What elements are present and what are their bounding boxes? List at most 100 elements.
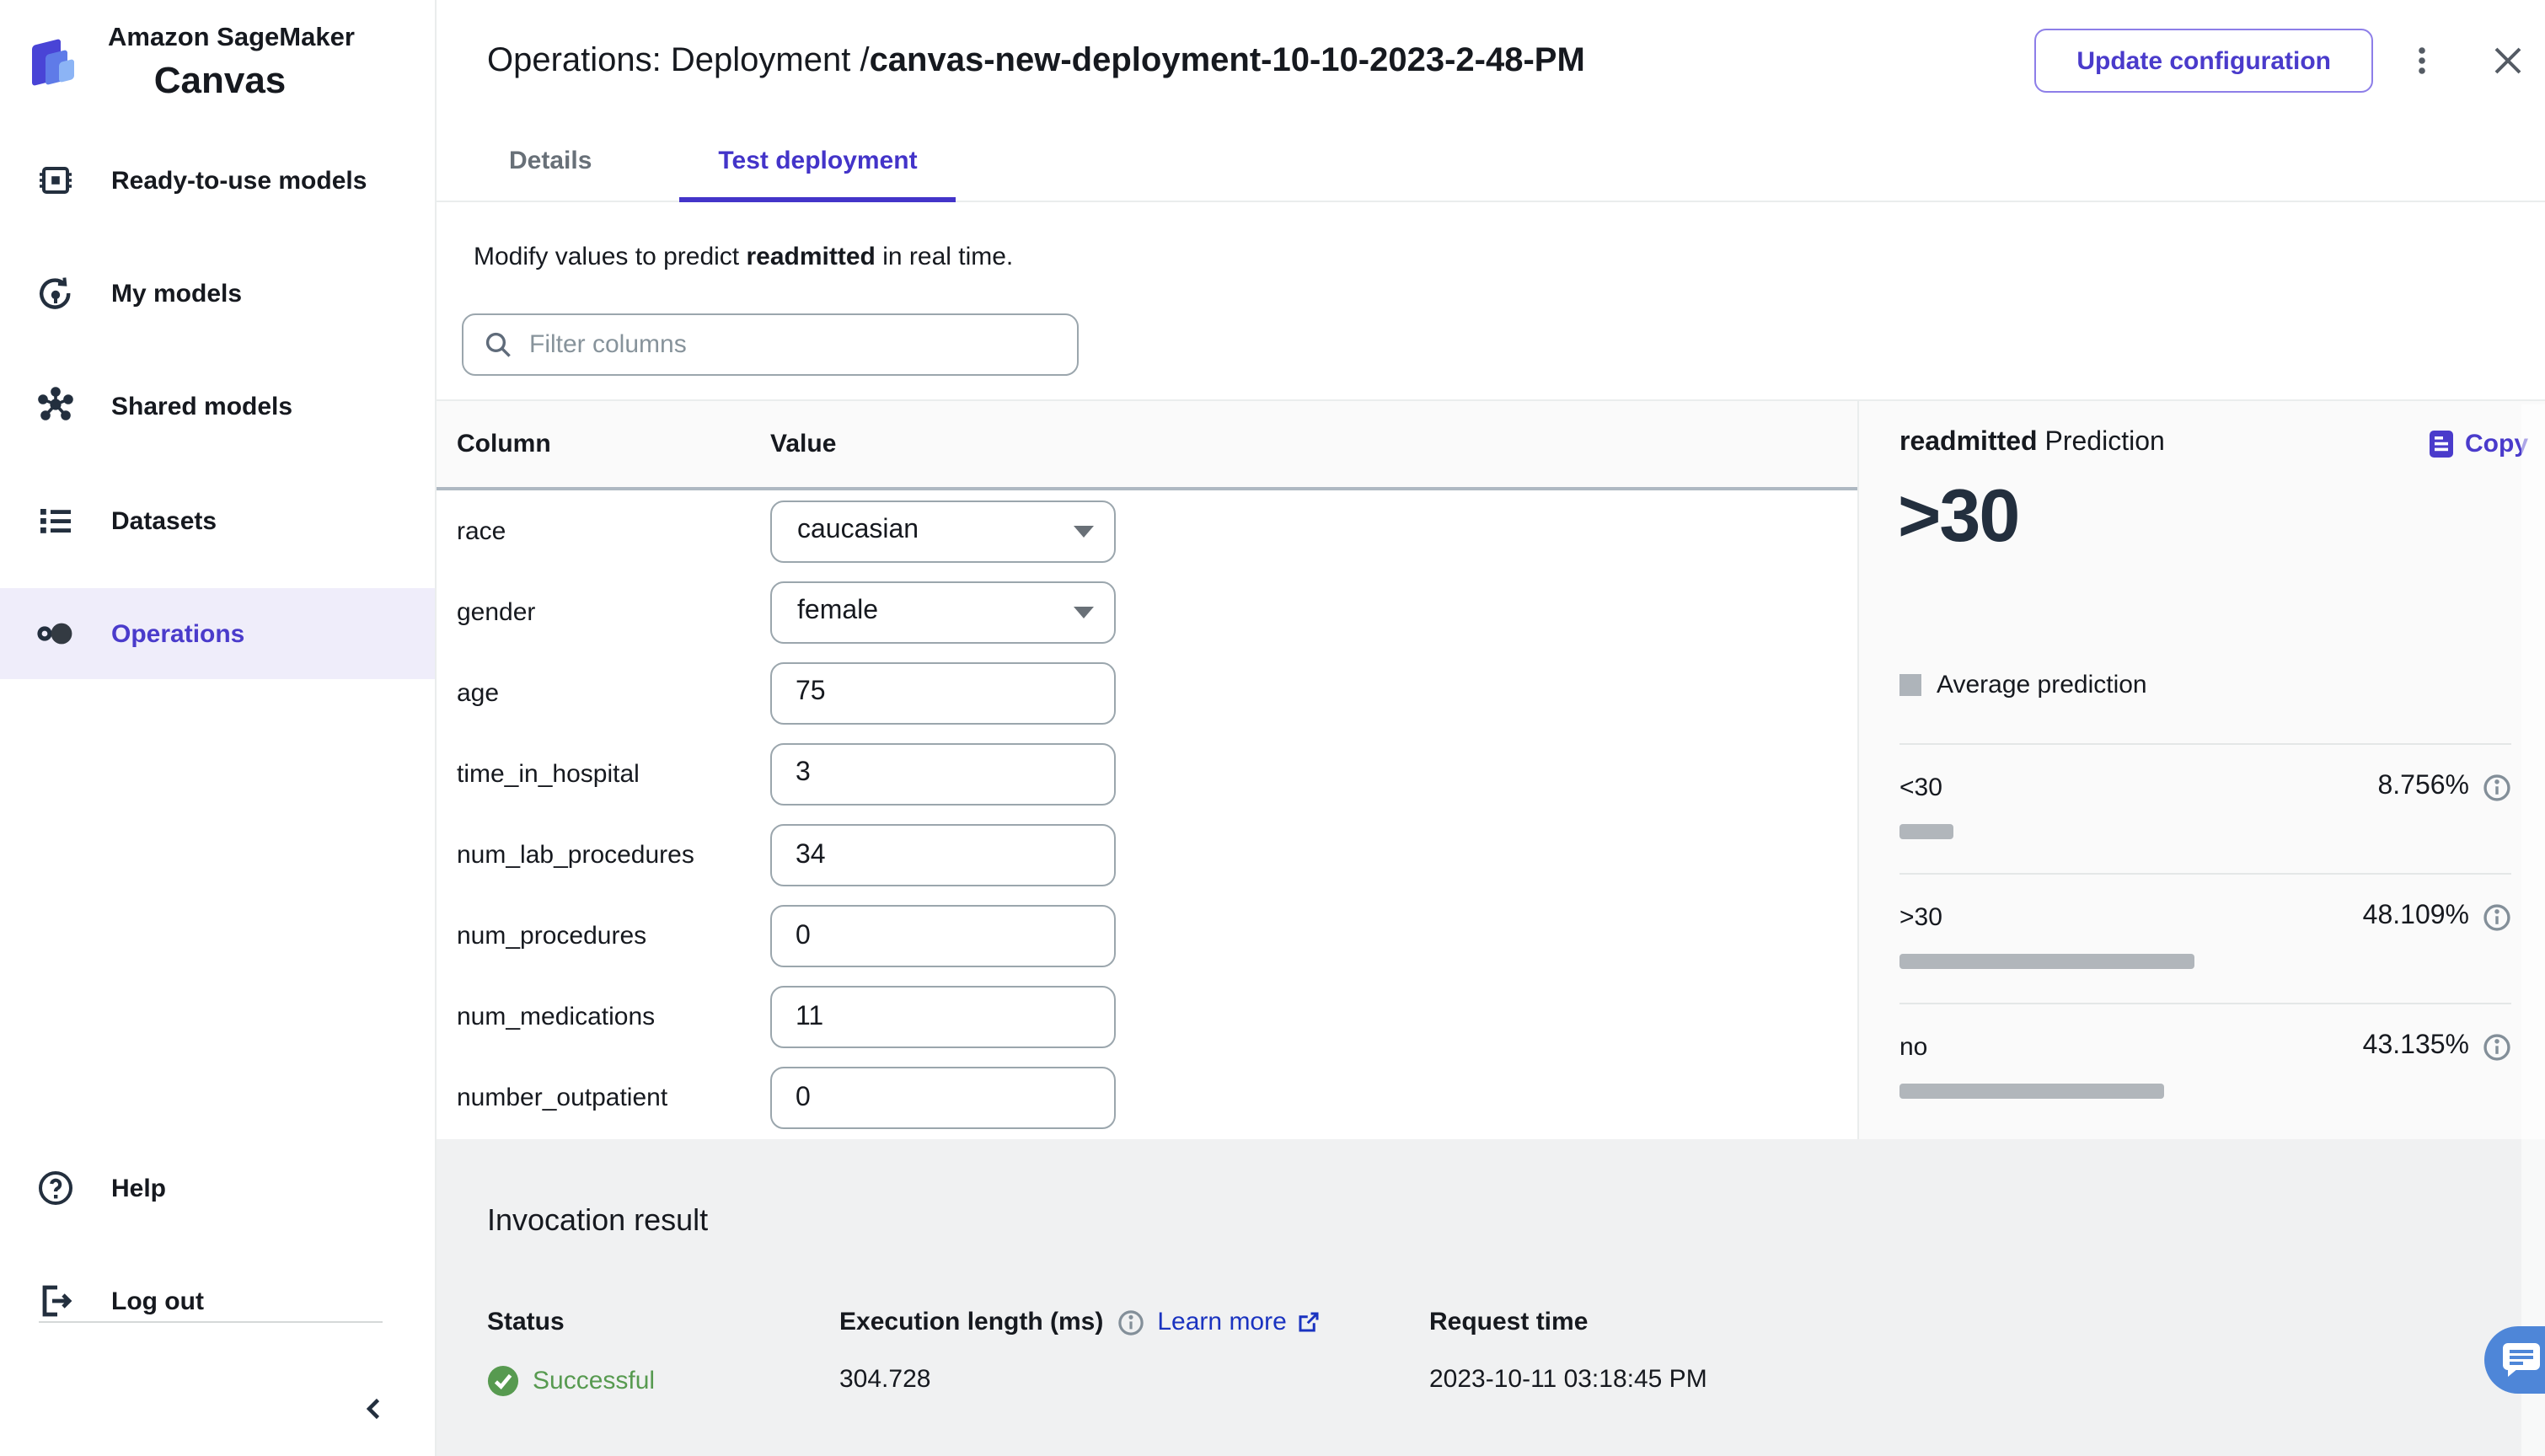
select-value: female	[797, 597, 879, 626]
page-title-prefix: Operations: Deployment /	[487, 41, 870, 78]
sidebar-item-label: Ready-to-use models	[111, 166, 367, 195]
prediction-panel: readmitted Prediction Copy >30 Average p…	[1857, 401, 2545, 1139]
class-label: <30	[1899, 773, 1942, 801]
legend-swatch	[1899, 674, 1921, 696]
probability-row: no 43.135%	[1899, 1003, 2511, 1132]
tab-test-deployment[interactable]: Test deployment	[679, 121, 956, 202]
chip-icon	[34, 160, 78, 201]
sidebar-item-label: My models	[111, 279, 243, 308]
status-text: Successful	[533, 1367, 656, 1395]
tab-bar: Details Test deployment	[435, 121, 2545, 202]
sagemaker-canvas-logo-icon	[30, 37, 88, 94]
sidebar-collapse-button[interactable]	[351, 1385, 398, 1432]
tab-label: Test deployment	[718, 147, 918, 175]
info-icon[interactable]	[2483, 773, 2511, 801]
table-header-row: Column Value	[435, 401, 1857, 490]
test-deployment-workarea: Column Value race caucasian gender femal…	[435, 399, 2545, 1139]
intro-text: Modify values to predict readmitted in r…	[474, 243, 1013, 271]
gender-select[interactable]: female	[770, 581, 1116, 644]
table-row: num_lab_procedures	[435, 815, 1857, 896]
intro-target-column: readmitted	[746, 243, 876, 271]
sidebar-item-ready-to-use-models[interactable]: Ready-to-use models	[0, 135, 435, 226]
class-label: no	[1899, 1032, 1928, 1061]
learn-more-label: Learn more	[1157, 1308, 1287, 1336]
chat-widget-button[interactable]	[2484, 1326, 2545, 1394]
brand-title: Amazon SageMaker Canvas	[108, 24, 355, 103]
sidebar-item-operations[interactable]: Operations	[0, 588, 435, 679]
prediction-target: readmitted	[1899, 428, 2038, 457]
sidebar-divider	[39, 1321, 383, 1323]
sidebar-item-label: Log out	[111, 1287, 204, 1315]
request-time-header: Request time	[1429, 1308, 1589, 1336]
chevron-down-icon	[1074, 606, 1094, 618]
intro-suffix: in real time.	[875, 243, 1014, 271]
request-time-value: 2023-10-11 03:18:45 PM	[1429, 1365, 1707, 1394]
copy-button[interactable]: Copy	[2428, 429, 2528, 458]
sidebar: Amazon SageMaker Canvas Ready-to-use mod…	[0, 0, 437, 1456]
status-header: Status	[487, 1308, 565, 1336]
app-window: Amazon SageMaker Canvas Ready-to-use mod…	[0, 0, 2545, 1456]
info-icon[interactable]	[2483, 902, 2511, 931]
num-medications-input[interactable]	[770, 986, 1116, 1049]
class-percentage: 43.135%	[2362, 1031, 2469, 1060]
kebab-menu-button[interactable]	[2397, 34, 2447, 88]
row-label: age	[457, 678, 500, 708]
deployment-name: canvas-new-deployment-10-10-2023-2-48-PM	[869, 41, 1585, 78]
number-outpatient-input[interactable]	[770, 1067, 1116, 1130]
chat-icon	[2503, 1343, 2540, 1377]
page-title: Operations: Deployment / canvas-new-depl…	[487, 0, 1585, 121]
invocation-result-section: Invocation result Status Execution lengt…	[435, 1139, 2545, 1456]
tab-label: Details	[509, 147, 592, 175]
sidebar-item-help[interactable]: Help	[0, 1143, 435, 1234]
kebab-icon	[2419, 47, 2425, 74]
copy-icon	[2429, 430, 2452, 457]
external-link-icon	[1299, 1312, 1320, 1332]
tab-details[interactable]: Details	[470, 121, 630, 201]
class-label: >30	[1899, 902, 1942, 931]
table-row: num_procedures	[435, 896, 1857, 977]
intro-prefix: Modify values to predict	[474, 243, 747, 271]
success-check-icon	[487, 1365, 519, 1397]
sidebar-item-my-models[interactable]: My models	[0, 248, 435, 339]
operations-icon	[34, 613, 78, 654]
learn-more-link[interactable]: Learn more	[1157, 1308, 1321, 1336]
age-input[interactable]	[770, 661, 1116, 725]
sidebar-item-logout[interactable]: Log out	[0, 1255, 435, 1346]
info-icon[interactable]	[1117, 1309, 1144, 1336]
predicted-value: >30	[1898, 475, 2020, 558]
info-icon[interactable]	[2483, 1032, 2511, 1061]
time-in-hospital-input[interactable]	[770, 742, 1116, 806]
legend-label: Average prediction	[1937, 671, 2147, 699]
sidebar-item-label: Shared models	[111, 392, 293, 420]
race-select[interactable]: caucasian	[770, 500, 1116, 563]
num-procedures-input[interactable]	[770, 905, 1116, 968]
probability-bar	[1899, 954, 2194, 969]
prediction-heading-suffix: Prediction	[2037, 428, 2165, 457]
chevron-down-icon	[1074, 525, 1094, 538]
invocation-heading: Invocation result	[487, 1203, 709, 1237]
update-configuration-button[interactable]: Update configuration	[2034, 29, 2373, 93]
average-prediction-legend: Average prediction	[1899, 671, 2147, 699]
input-table: Column Value race caucasian gender femal…	[435, 401, 1857, 1139]
execution-length-value: 304.728	[839, 1365, 931, 1394]
row-label: num_procedures	[457, 922, 647, 951]
filter-placeholder: Filter columns	[529, 330, 687, 359]
network-nodes-icon	[34, 386, 78, 426]
sidebar-item-shared-models[interactable]: Shared models	[0, 361, 435, 452]
sidebar-item-datasets[interactable]: Datasets	[0, 475, 435, 566]
close-button[interactable]	[2481, 34, 2535, 88]
sidebar-item-label: Datasets	[111, 506, 217, 535]
row-label: race	[457, 517, 506, 546]
sidebar-item-label: Help	[111, 1174, 167, 1202]
scrollbar-gutter[interactable]	[2521, 404, 2545, 1456]
row-label: time_in_hospital	[457, 759, 640, 789]
filter-columns-input[interactable]: Filter columns	[462, 313, 1079, 376]
status-value: Successful	[487, 1365, 655, 1397]
value-header: Value	[770, 430, 837, 458]
close-icon	[2494, 47, 2521, 74]
table-row: number_outpatient	[435, 1058, 1857, 1139]
search-icon	[485, 332, 511, 357]
list-icon	[34, 500, 78, 541]
prediction-heading: readmitted Prediction	[1899, 428, 2165, 458]
num-lab-procedures-input[interactable]	[770, 824, 1116, 887]
